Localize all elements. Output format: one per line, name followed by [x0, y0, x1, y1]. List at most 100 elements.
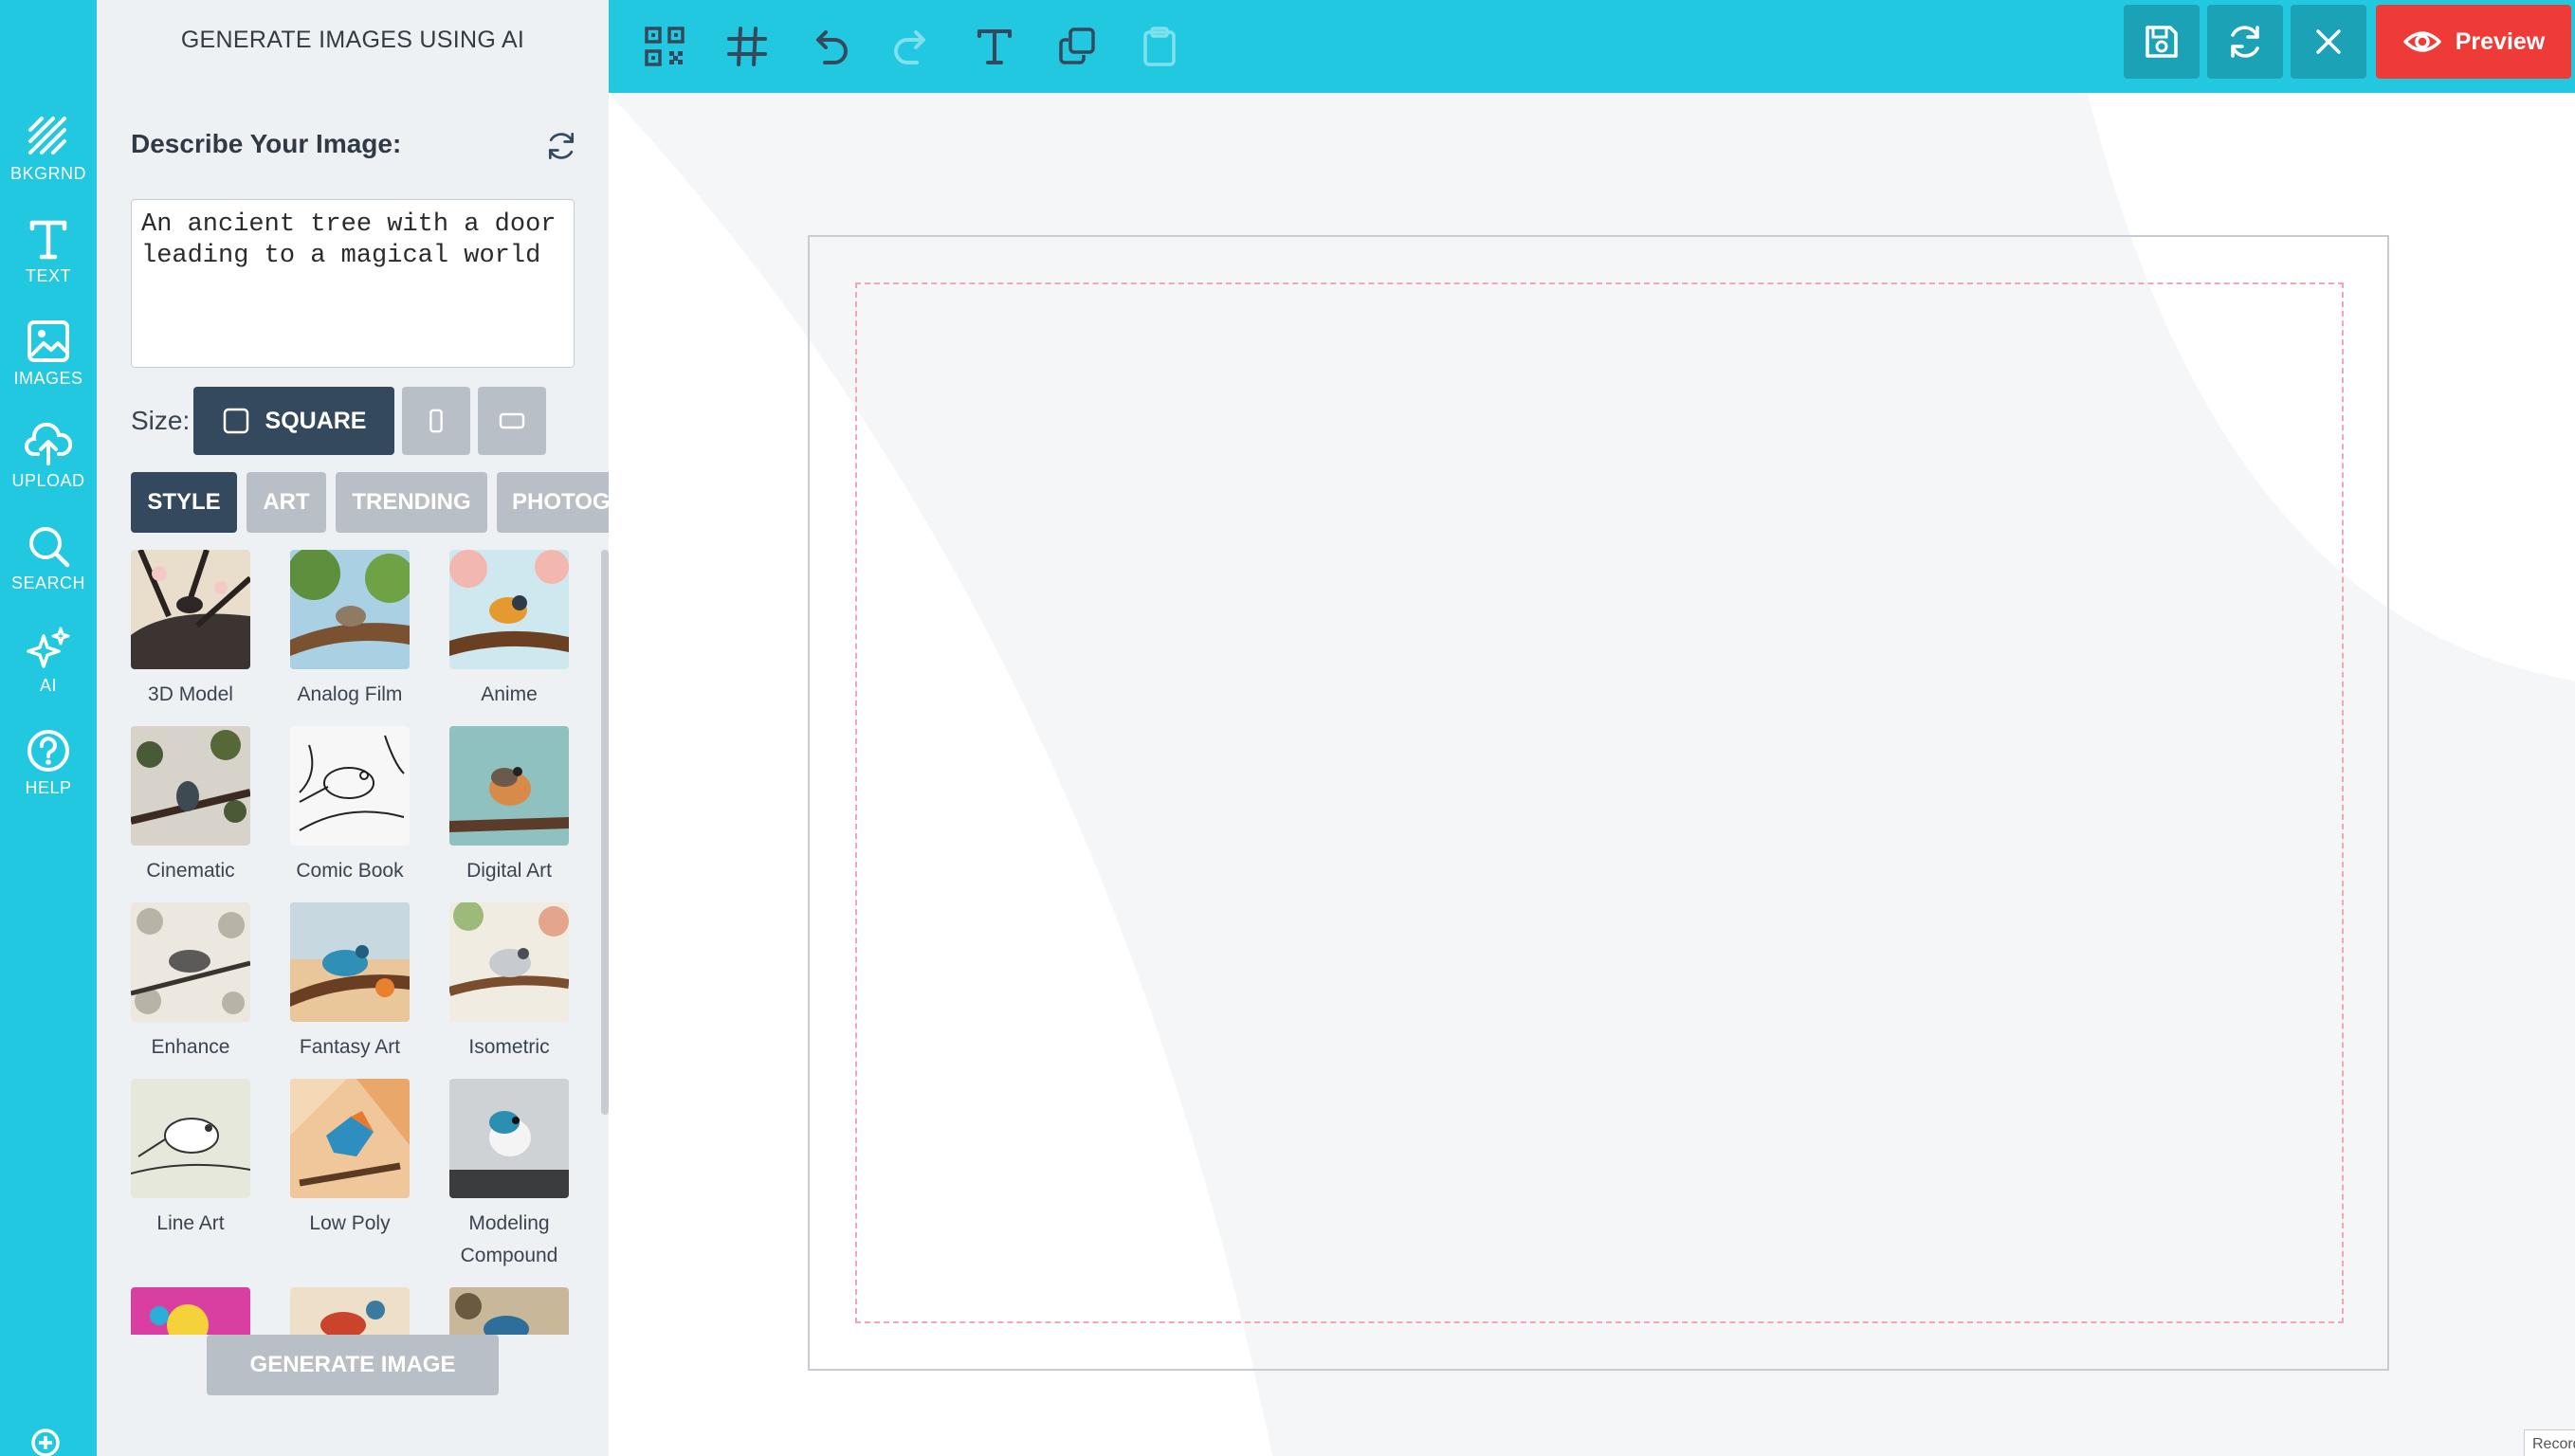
qr-code-icon: [645, 27, 685, 66]
size-landscape-button[interactable]: [478, 387, 546, 455]
rail-item-upload[interactable]: UPLOAD: [0, 406, 97, 504]
style-item-fantasy-art[interactable]: Fantasy Art: [290, 902, 410, 1064]
rail-label: SEARCH: [10, 573, 85, 592]
style-grid-scrollbar[interactable]: [601, 550, 609, 1115]
style-thumbnail: [290, 1287, 410, 1335]
sparkles-icon: [27, 627, 70, 668]
duplicate-button[interactable]: [1048, 17, 1106, 76]
size-square-button[interactable]: SQUARE: [193, 387, 394, 455]
style-thumbnail: [449, 1287, 569, 1335]
style-label: 3D Model: [148, 683, 233, 705]
style-item-line-art[interactable]: Line Art: [131, 1079, 250, 1240]
panel-title: GENERATE IMAGES USING AI: [180, 27, 525, 53]
landscape-icon: [499, 412, 525, 429]
rail-item-images[interactable]: IMAGES: [0, 303, 97, 402]
grid-button[interactable]: [718, 17, 776, 76]
redo-icon: [894, 30, 925, 64]
size-label: Size:: [131, 406, 191, 435]
style-thumbnail: [449, 902, 569, 1022]
add-text-button[interactable]: [965, 17, 1024, 76]
style-item-analog-film[interactable]: Analog Film: [290, 550, 410, 711]
generate-image-button[interactable]: GENERATE IMAGE: [207, 1335, 499, 1395]
rail-label: HELP: [25, 777, 72, 797]
style-label: Low Poly: [309, 1212, 391, 1234]
help-icon: [27, 729, 69, 772]
clipboard-icon: [1143, 27, 1176, 66]
rail-label: UPLOAD: [11, 470, 85, 490]
rail-item-ai[interactable]: AI: [0, 610, 97, 709]
style-item-cinematic[interactable]: Cinematic: [131, 726, 250, 887]
redo-button[interactable]: [883, 17, 941, 76]
style-label: Fantasy Art: [299, 1036, 401, 1058]
describe-label: Describe Your Image:: [131, 129, 402, 158]
eye-icon: [2402, 31, 2441, 52]
style-item-partial[interactable]: [131, 1287, 250, 1335]
qr-code-button[interactable]: [635, 17, 694, 76]
save-icon: [2146, 26, 2178, 58]
tab-style[interactable]: STYLE: [131, 472, 237, 533]
image-icon: [27, 319, 69, 362]
text-icon: [29, 220, 67, 259]
save-button[interactable]: [2124, 5, 2200, 79]
rail-label: IMAGES: [13, 368, 83, 388]
design-workspace[interactable]: Record: [609, 93, 2575, 1456]
style-item-3d-model[interactable]: 3D Model: [131, 550, 250, 711]
style-thumbnail: [290, 550, 410, 669]
size-portrait-button[interactable]: [402, 387, 470, 455]
style-thumbnail: [131, 1287, 250, 1335]
rail-label: AI: [39, 675, 57, 695]
style-label: Digital Art: [466, 860, 552, 882]
grid-icon: [727, 27, 767, 66]
style-item-comic-book[interactable]: Comic Book: [290, 726, 410, 887]
portrait-icon: [429, 409, 443, 433]
style-label: Anime: [481, 683, 538, 705]
duplicate-icon: [1059, 27, 1095, 64]
design-canvas[interactable]: [808, 235, 2389, 1371]
style-item-partial[interactable]: [290, 1287, 410, 1335]
text-icon: [977, 29, 1012, 64]
style-label: Comic Book: [296, 860, 404, 882]
reset-button[interactable]: [2207, 5, 2283, 79]
style-item-isometric[interactable]: Isometric: [449, 902, 569, 1064]
tab-trending[interactable]: TRENDING: [336, 472, 487, 533]
preview-button[interactable]: Preview: [2376, 5, 2571, 79]
style-label: Modeling Compound: [460, 1212, 558, 1266]
style-thumbnail: [131, 726, 250, 846]
zoom-in-button[interactable]: [28, 1426, 68, 1456]
style-item-low-poly[interactable]: Low Poly: [290, 1079, 410, 1240]
refresh-prompt-button[interactable]: [539, 123, 584, 169]
tab-photography[interactable]: PHOTOG: [497, 472, 609, 533]
style-thumbnail: [290, 902, 410, 1022]
style-item-modeling-compound[interactable]: Modeling Compound: [449, 1079, 569, 1272]
ai-generate-panel: GENERATE IMAGES USING AI Describe Your I…: [97, 0, 609, 1456]
rail-item-help[interactable]: HELP: [0, 713, 97, 811]
size-square-label: SQUARE: [265, 407, 367, 434]
close-button[interactable]: [2291, 5, 2366, 79]
background-hatch-icon: [28, 116, 66, 155]
left-rail: BKGRND TEXT IMAGES UPLOAD SEARCH AI HELP: [0, 0, 116, 1456]
top-toolbar: Preview: [609, 0, 2575, 93]
undo-icon: [816, 30, 848, 64]
refresh-icon: [548, 133, 575, 159]
rail-item-background[interactable]: BKGRND: [0, 99, 97, 197]
undo-button[interactable]: [800, 17, 859, 76]
style-grid: 3D Model Analog Film Anime Cinematic Com…: [131, 548, 605, 1335]
style-thumbnail: [131, 550, 250, 669]
refresh-icon: [2231, 26, 2259, 58]
style-thumbnail: [449, 550, 569, 669]
tab-art[interactable]: ART: [247, 472, 326, 533]
style-item-digital-art[interactable]: Digital Art: [449, 726, 569, 887]
prompt-textarea[interactable]: An ancient tree with a door leading to a…: [131, 199, 575, 368]
paste-button[interactable]: [1130, 17, 1189, 76]
zoom-in-icon: [31, 1429, 60, 1456]
style-thumbnail: [290, 1079, 410, 1198]
search-icon: [29, 526, 70, 567]
style-item-anime[interactable]: Anime: [449, 550, 569, 711]
rail-item-text[interactable]: TEXT: [0, 201, 97, 300]
style-item-partial[interactable]: [449, 1287, 569, 1335]
record-tab[interactable]: Record: [2524, 1429, 2575, 1456]
safe-zone-guide: [855, 282, 2344, 1323]
rail-label: TEXT: [25, 265, 71, 285]
rail-item-search[interactable]: SEARCH: [0, 508, 97, 607]
style-item-enhance[interactable]: Enhance: [131, 902, 250, 1064]
